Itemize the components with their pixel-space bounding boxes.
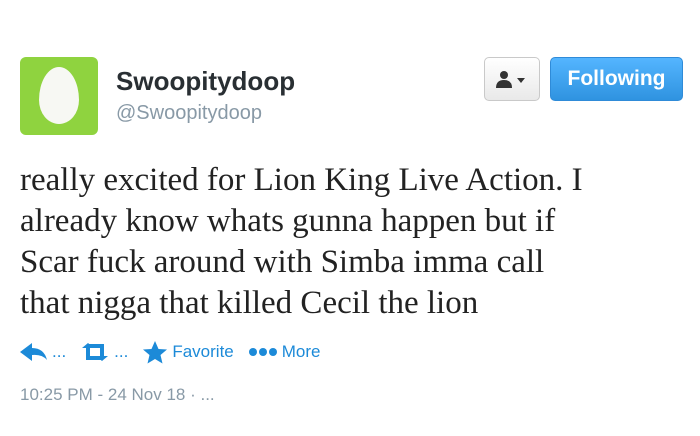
star-icon <box>143 341 168 364</box>
retweet-button[interactable]: ... <box>80 342 128 362</box>
reply-icon <box>20 343 47 361</box>
tweet-line: already know whats gunna happen but if <box>20 203 556 239</box>
avatar[interactable] <box>20 57 98 135</box>
reply-button[interactable]: ... <box>20 342 66 362</box>
user-actions-button[interactable] <box>484 57 540 101</box>
tweet-line: really excited for Lion King Live Action… <box>20 162 583 198</box>
favorite-button[interactable]: Favorite <box>142 340 234 364</box>
timestamp[interactable]: 10:25 PM - 24 Nov 18 · ... <box>20 385 215 405</box>
favorite-label: Favorite <box>172 342 234 361</box>
tweet-actions: ... ... Favorite More <box>20 338 335 366</box>
more-label: More <box>281 342 321 361</box>
reply-label: ... <box>52 342 67 361</box>
user-handle[interactable]: @Swoopitydoop <box>116 102 262 125</box>
tweet-line: that nigga that killed Cecil the lion <box>20 285 479 321</box>
retweet-label: ... <box>114 342 129 361</box>
following-button[interactable]: Following <box>550 57 683 101</box>
tweet-line: Scar fuck around with Simba imma call <box>20 244 545 280</box>
person-dropdown-icon <box>496 71 525 88</box>
more-button[interactable]: More <box>248 342 321 362</box>
retweet-icon <box>82 343 109 361</box>
more-dots-icon <box>248 348 277 356</box>
egg-avatar-icon <box>39 67 79 124</box>
display-name[interactable]: Swoopitydoop <box>116 66 295 97</box>
tweet-text: really excited for Lion King Live Action… <box>20 160 685 324</box>
